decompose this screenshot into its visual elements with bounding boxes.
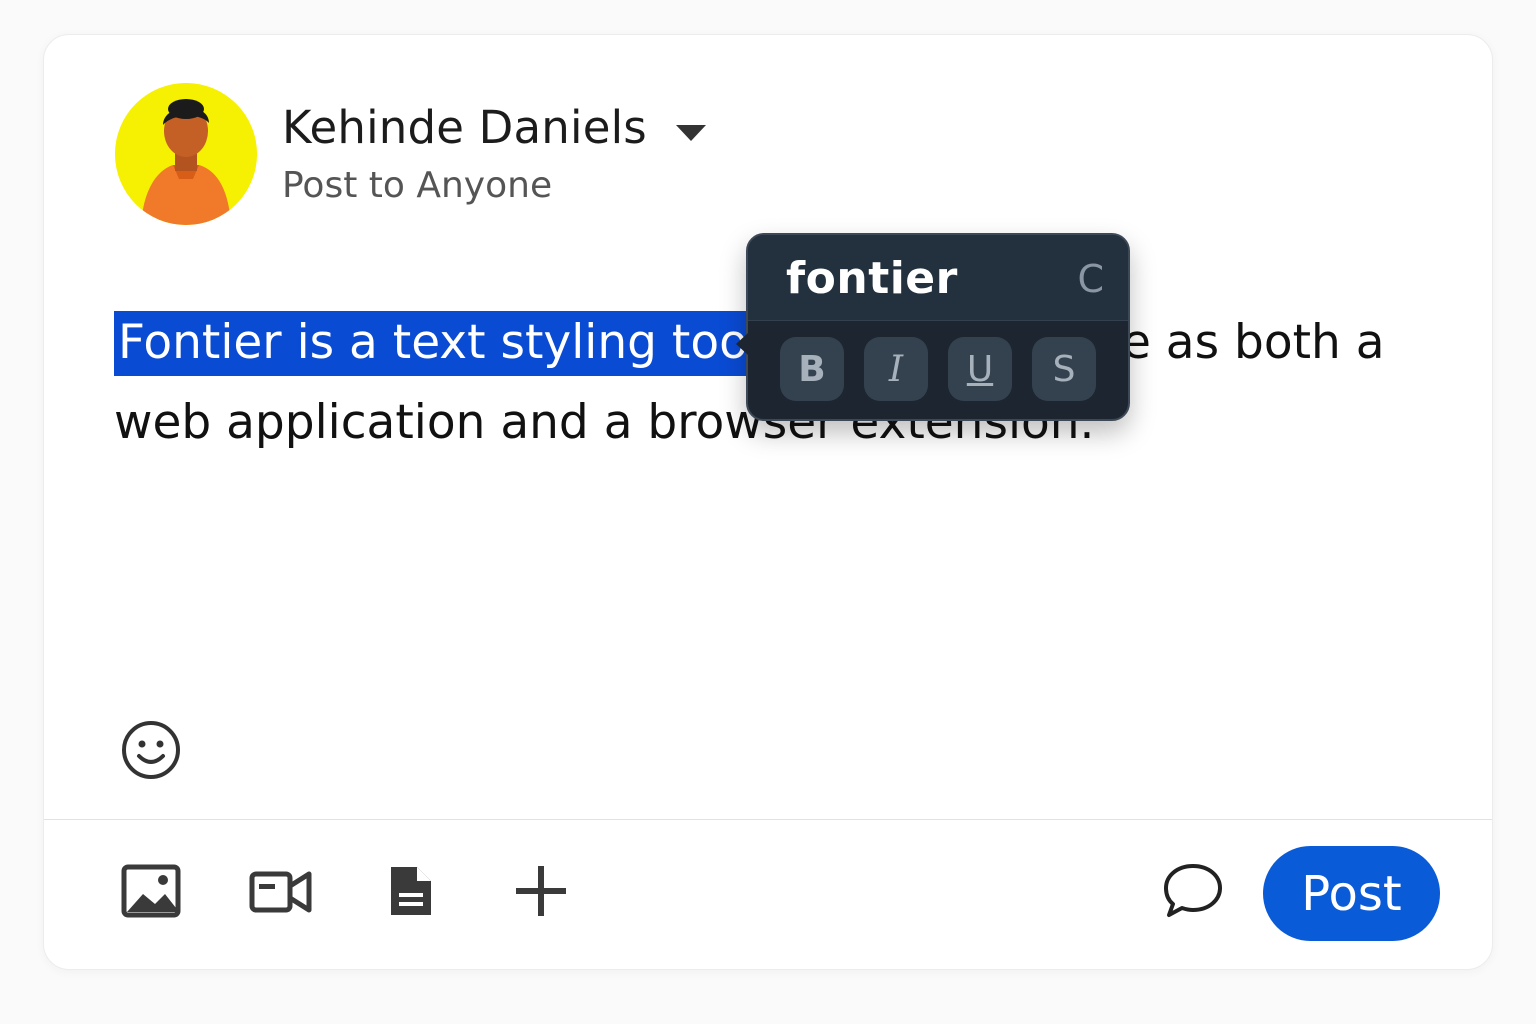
add-video-button[interactable] bbox=[248, 860, 314, 922]
selected-text[interactable]: Fontier is a text styling tool bbox=[114, 311, 761, 376]
plus-icon bbox=[516, 866, 566, 916]
bold-button[interactable]: B bbox=[780, 337, 844, 401]
fontier-logo: fontier bbox=[786, 253, 958, 304]
user-name: Kehinde Daniels bbox=[282, 101, 647, 154]
format-toolbar-popup: fontier C B I U S bbox=[736, 233, 1130, 421]
add-document-button[interactable] bbox=[378, 860, 444, 922]
toolbar-corner-button[interactable]: C bbox=[1077, 257, 1104, 301]
add-photo-button[interactable] bbox=[118, 860, 184, 922]
avatar[interactable] bbox=[115, 83, 257, 225]
image-icon bbox=[121, 864, 181, 918]
more-options-button[interactable] bbox=[508, 860, 574, 922]
format-buttons: B I U S bbox=[780, 337, 1096, 401]
smiley-face-icon[interactable] bbox=[120, 719, 182, 781]
audience-selector[interactable]: Post to Anyone bbox=[282, 165, 552, 206]
video-camera-icon bbox=[249, 871, 312, 913]
format-toolbar-header: fontier C bbox=[748, 235, 1128, 321]
post-composer-card: Kehinde Daniels Post to Anyone Fontier i… bbox=[43, 34, 1493, 970]
footer-divider bbox=[44, 819, 1492, 820]
strikethrough-button[interactable]: S bbox=[1032, 337, 1096, 401]
underline-button[interactable]: U bbox=[948, 337, 1012, 401]
chevron-down-icon[interactable] bbox=[674, 123, 708, 143]
person-avatar-icon bbox=[115, 83, 257, 225]
document-icon bbox=[391, 867, 431, 915]
italic-button[interactable]: I bbox=[864, 337, 928, 401]
post-button[interactable]: Post bbox=[1263, 846, 1440, 941]
speech-bubble-icon[interactable] bbox=[1162, 861, 1224, 919]
